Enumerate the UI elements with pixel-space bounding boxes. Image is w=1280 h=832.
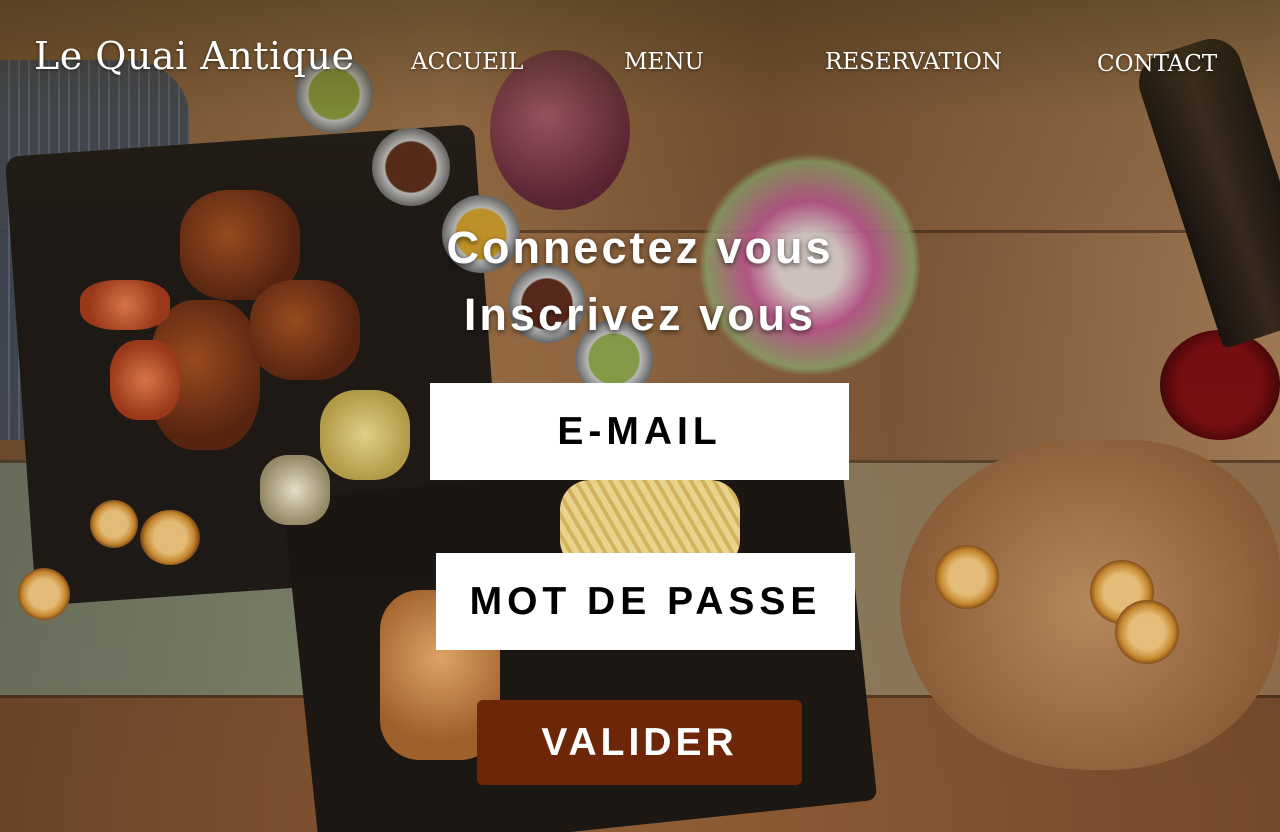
nav-item-accueil[interactable]: ACCUEIL	[411, 49, 523, 75]
password-field[interactable]	[436, 553, 855, 650]
email-field[interactable]	[430, 383, 849, 480]
nav-item-reservation[interactable]: RESERVATION	[825, 49, 1002, 75]
login-heading: Connectez vous	[446, 222, 834, 273]
signup-heading[interactable]: Inscrivez vous	[0, 289, 1280, 341]
nav-item-menu[interactable]: MENU	[624, 49, 704, 75]
submit-button[interactable]: VALIDER	[477, 700, 802, 785]
nav-item-contact[interactable]: CONTACT	[1097, 51, 1217, 77]
brand-logo[interactable]: Le Quai Antique	[34, 34, 354, 78]
